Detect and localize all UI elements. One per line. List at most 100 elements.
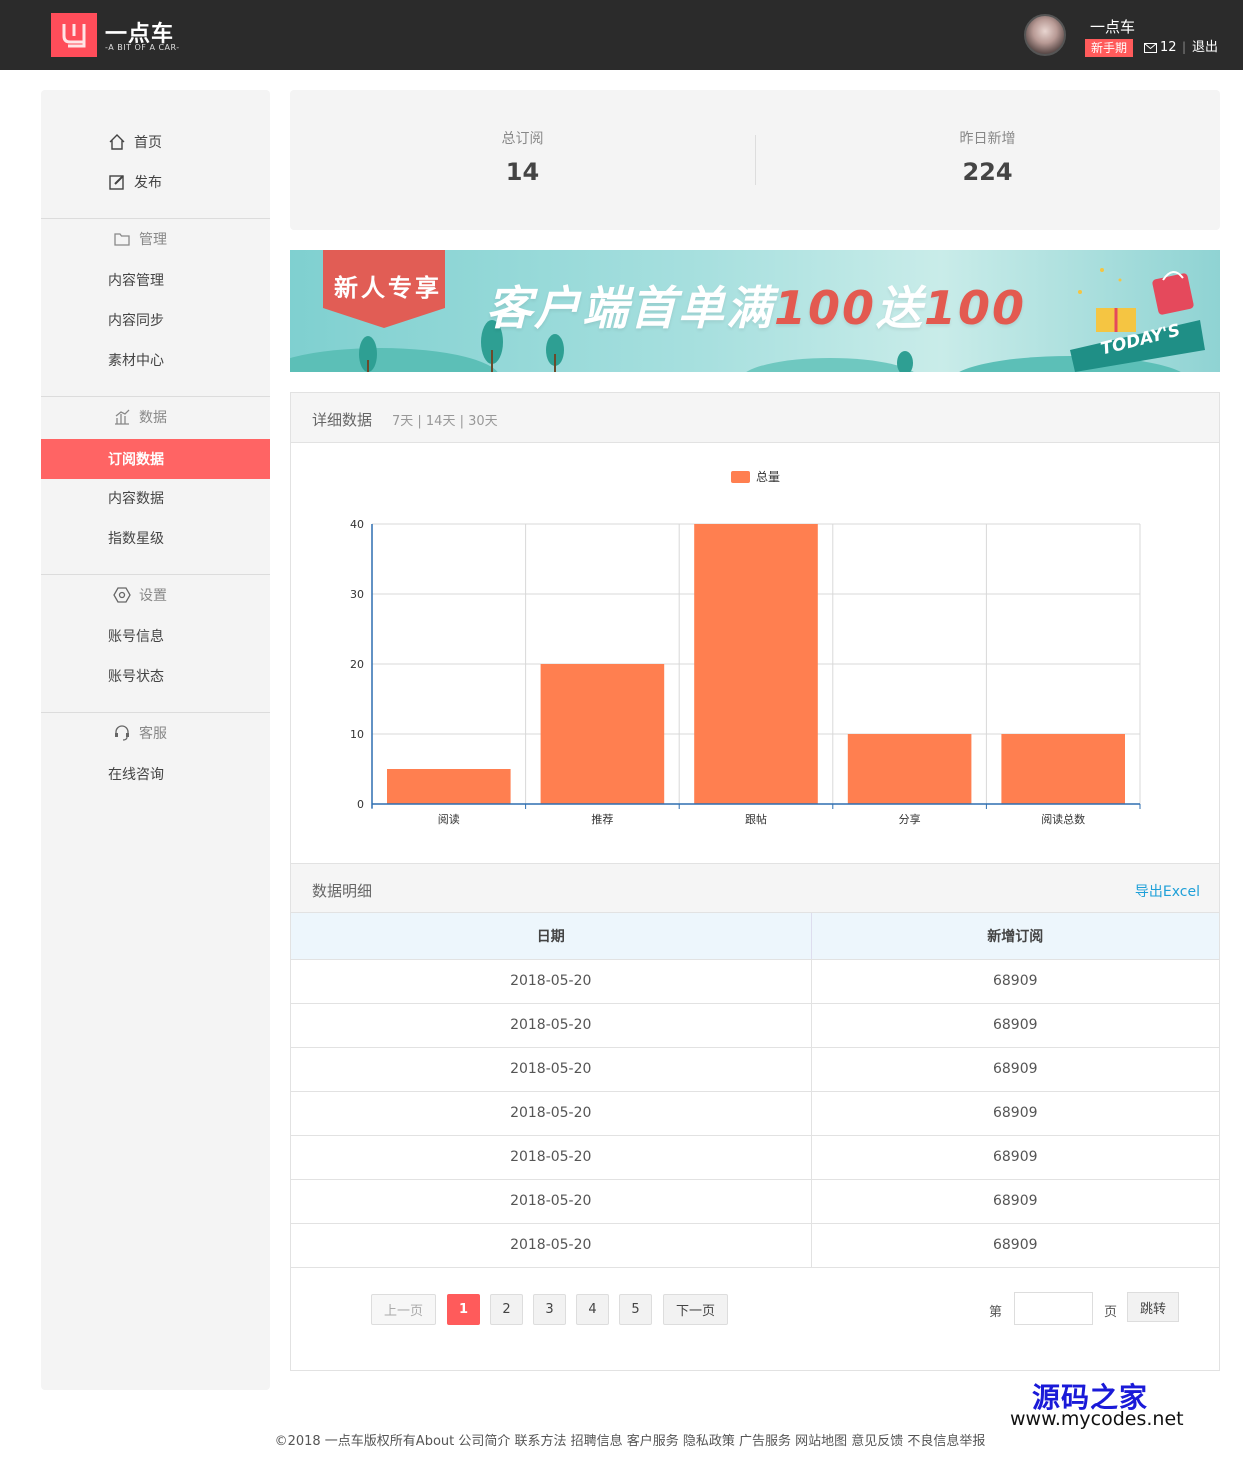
table-row: 2018-05-20 68909 bbox=[291, 1179, 1219, 1224]
table-row: 2018-05-20 68909 bbox=[291, 1047, 1219, 1092]
x-tick-label: 阅读 bbox=[438, 812, 460, 826]
page-button-3[interactable]: 3 bbox=[533, 1294, 566, 1325]
jump-page-input[interactable] bbox=[1014, 1292, 1093, 1325]
sidebar-group-label: 客服 bbox=[139, 726, 167, 742]
legend-swatch bbox=[731, 470, 750, 483]
cell-date: 2018-05-20 bbox=[291, 1135, 812, 1180]
level-badge: 新手期 bbox=[1085, 39, 1134, 57]
sidebar-item-content-data[interactable]: 内容数据 bbox=[41, 478, 270, 518]
sidebar-group-data: 数据 bbox=[41, 397, 270, 437]
bar bbox=[1001, 734, 1125, 804]
detail-title: 数据明细 bbox=[312, 882, 373, 900]
bar-chart: 0 10 20 30 40 阅读 推荐 跟帖 分享 阅读总数 bbox=[350, 518, 1141, 826]
x-tick-label: 分享 bbox=[899, 812, 921, 826]
cell-value: 68909 bbox=[811, 1135, 1219, 1180]
y-tick-label: 10 bbox=[350, 728, 364, 741]
stat-total: 总订阅 14 bbox=[290, 90, 755, 186]
watermark-url: www.mycodes.net bbox=[1010, 1408, 1184, 1430]
divider: | bbox=[1182, 40, 1187, 54]
x-tick-label: 跟帖 bbox=[745, 813, 767, 826]
prev-page-button[interactable]: 上一页 bbox=[371, 1294, 436, 1325]
table-row: 2018-05-20 68909 bbox=[291, 1135, 1219, 1180]
cell-value: 68909 bbox=[811, 1047, 1219, 1092]
footer-links[interactable]: ©2018 一点车版权所有About 公司简介 联系方法 招聘信息 客户服务 隐… bbox=[0, 1430, 1243, 1449]
sidebar-group-label: 管理 bbox=[139, 232, 167, 248]
sidebar-group-manage: 管理 bbox=[41, 219, 270, 259]
edit-icon bbox=[108, 173, 126, 191]
page-button-1[interactable]: 1 bbox=[447, 1294, 480, 1325]
stats-card: 总订阅 14 昨日新增 224 bbox=[290, 90, 1220, 230]
promo-banner[interactable]: 新人专享 客户端首单满100送100 TODAY'S bbox=[290, 250, 1220, 372]
sidebar-item-index-level[interactable]: 指数星级 bbox=[41, 518, 270, 558]
cell-value: 68909 bbox=[811, 1091, 1219, 1136]
sidebar-item-content-manage[interactable]: 内容管理 bbox=[41, 260, 270, 300]
banner-text: 客户端首单满 bbox=[486, 281, 774, 335]
sidebar-item-online-consult[interactable]: 在线咨询 bbox=[41, 754, 270, 794]
export-excel-link[interactable]: 导出Excel bbox=[1135, 881, 1200, 901]
page-button-4[interactable]: 4 bbox=[576, 1294, 609, 1325]
data-panel: 详细数据 7天 | 14天 | 30天 总量 0 10 20 30 40 阅读 推荐 跟帖 分享… bbox=[290, 392, 1220, 1371]
banner-amount: 100 bbox=[774, 281, 877, 335]
cell-value: 68909 bbox=[811, 1179, 1219, 1224]
table-header-row: 日期 新增订阅 bbox=[291, 913, 1219, 960]
sidebar-item-account-status[interactable]: 账号状态 bbox=[41, 656, 270, 696]
avatar[interactable] bbox=[1024, 14, 1066, 56]
sidebar-item-material-center[interactable]: 素材中心 bbox=[41, 340, 270, 380]
cell-value: 68909 bbox=[811, 959, 1219, 1004]
column-header-date[interactable]: 日期 bbox=[291, 913, 812, 960]
page-button-5[interactable]: 5 bbox=[619, 1294, 652, 1325]
bar-chart-icon bbox=[113, 408, 131, 426]
cell-value: 68909 bbox=[811, 1003, 1219, 1048]
sidebar-item-publish[interactable]: 发布 bbox=[41, 162, 270, 202]
banner-give: 送 bbox=[876, 281, 925, 335]
detail-header: 数据明细 导出Excel bbox=[291, 863, 1219, 913]
cell-date: 2018-05-20 bbox=[291, 1179, 812, 1224]
sidebar-group-label: 设置 bbox=[139, 588, 167, 604]
jump-suffix: 页 bbox=[1104, 1305, 1118, 1320]
y-tick-label: 30 bbox=[350, 588, 364, 601]
banner-amount: 100 bbox=[924, 281, 1027, 335]
messages-link[interactable]: 12 bbox=[1144, 39, 1177, 57]
cell-date: 2018-05-20 bbox=[291, 1223, 812, 1268]
banner-headline: 客户端首单满100送100 bbox=[486, 272, 1026, 338]
data-table: 日期 新增订阅 2018-05-20 68909 2018-05-20 68909 … bbox=[291, 913, 1219, 1268]
legend-label: 总量 bbox=[756, 470, 781, 484]
user-name: 一点车 bbox=[1090, 18, 1136, 36]
table-row: 2018-05-20 68909 bbox=[291, 1003, 1219, 1048]
cell-date: 2018-05-20 bbox=[291, 1003, 812, 1048]
sidebar-item-label: 发布 bbox=[134, 175, 162, 191]
home-icon bbox=[108, 133, 126, 151]
jump-button[interactable]: 跳转 bbox=[1127, 1292, 1179, 1322]
page-button-2[interactable]: 2 bbox=[490, 1294, 523, 1325]
stat-value: 14 bbox=[505, 158, 540, 186]
cell-date: 2018-05-20 bbox=[291, 1047, 812, 1092]
banner-tag: 新人专享 bbox=[334, 274, 442, 302]
sidebar-item-label: 首页 bbox=[134, 135, 162, 151]
range-tabs[interactable]: 7天 | 14天 | 30天 bbox=[392, 410, 498, 429]
y-tick-label: 40 bbox=[350, 518, 364, 531]
bar bbox=[540, 664, 665, 804]
logo-icon[interactable] bbox=[51, 13, 97, 57]
x-tick-label: 阅读总数 bbox=[1041, 812, 1085, 826]
cell-value: 68909 bbox=[811, 1223, 1219, 1268]
brand-tagline: -A BIT OF A CAR- bbox=[105, 43, 180, 52]
sidebar-item-content-sync[interactable]: 内容同步 bbox=[41, 300, 270, 340]
top-bar: 一点车 -A BIT OF A CAR- 一点车 新手期 12 | 退出 bbox=[0, 0, 1243, 70]
stat-yesterday: 昨日新增 224 bbox=[755, 90, 1220, 186]
bar bbox=[847, 734, 972, 804]
chart-legend[interactable]: 总量 bbox=[731, 468, 780, 485]
headset-icon bbox=[113, 724, 131, 742]
stat-label: 总订阅 bbox=[501, 131, 544, 147]
panel-header: 详细数据 7天 | 14天 | 30天 bbox=[291, 393, 1219, 443]
sidebar-item-subscribe-data[interactable]: 订阅数据 bbox=[41, 439, 270, 479]
sidebar-group-label: 数据 bbox=[139, 410, 167, 426]
column-header-subscribe[interactable]: 新增订阅 bbox=[811, 913, 1219, 960]
message-count: 12 bbox=[1160, 40, 1177, 55]
jump-prefix: 第 bbox=[989, 1305, 1003, 1320]
sidebar-item-home[interactable]: 首页 bbox=[41, 122, 270, 162]
cell-date: 2018-05-20 bbox=[291, 1091, 812, 1136]
logout-link[interactable]: 退出 bbox=[1192, 39, 1218, 57]
next-page-button[interactable]: 下一页 bbox=[663, 1294, 728, 1325]
sidebar-item-account-info[interactable]: 账号信息 bbox=[41, 616, 270, 656]
folder-icon bbox=[113, 230, 131, 248]
